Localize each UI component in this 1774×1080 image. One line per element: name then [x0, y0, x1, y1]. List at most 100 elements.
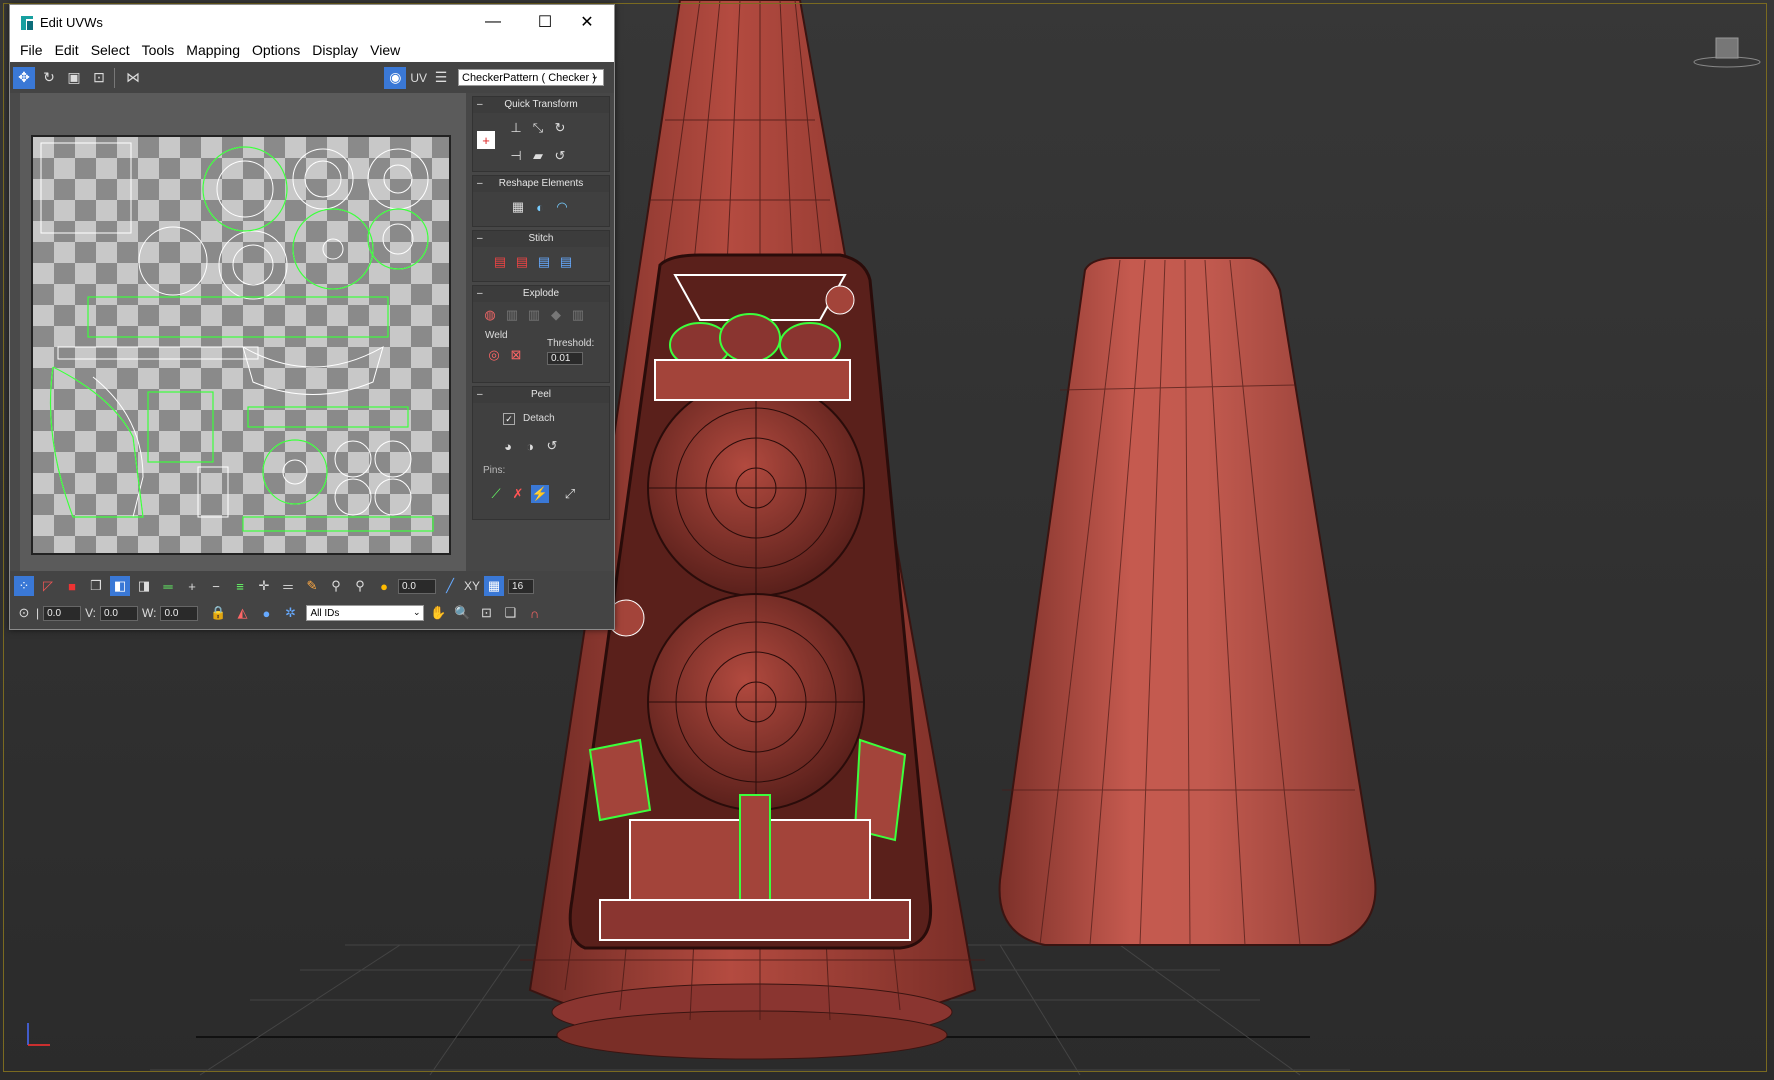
rotate-angle-field[interactable]: 0.0 [398, 578, 436, 594]
rollout-header-reshape[interactable]: – Reshape Elements [473, 176, 609, 192]
rotate-ccw-icon[interactable]: ↺ [551, 147, 569, 165]
minimize-button[interactable]: — [468, 7, 518, 37]
paint-select-icon[interactable]: ✎ [302, 576, 322, 596]
uv-islands[interactable] [33, 137, 449, 553]
explode-by-smoothing-icon[interactable]: ▥ [503, 306, 521, 324]
rollout-header-quick-transform[interactable]: – Quick Transform [473, 97, 609, 113]
shrink-icon[interactable]: − [206, 576, 226, 596]
auto-pin-icon[interactable]: ⚡ [531, 485, 549, 503]
hide-icon[interactable]: ◭ [232, 603, 252, 623]
stitch-source-icon[interactable]: ▤ [535, 253, 553, 271]
explode-by-material-icon[interactable]: ▥ [525, 306, 543, 324]
pan-icon[interactable]: ✋ [428, 603, 448, 623]
space-icon[interactable]: ▰ [529, 147, 547, 165]
brush-size-icon[interactable]: ⚲ [350, 576, 370, 596]
select-by-element-icon[interactable]: ◧ [110, 576, 130, 596]
unpin-icon[interactable]: ✗ [509, 485, 527, 503]
uv-checker-canvas[interactable] [31, 135, 451, 555]
menu-view[interactable]: View [364, 42, 406, 58]
relax-icon[interactable]: ◐ [531, 198, 549, 216]
rotate-icon[interactable]: ↻ [38, 67, 60, 89]
freeform-icon[interactable]: ⊡ [88, 67, 110, 89]
element-mode-icon[interactable]: ❒ [86, 576, 106, 596]
ring-shrink-icon[interactable]: ＝ [278, 576, 298, 596]
align-horizontal-icon[interactable]: ⊥ [507, 119, 525, 137]
rotate-snap-icon[interactable]: ● [374, 576, 394, 596]
xy-toggle[interactable]: XY [464, 579, 480, 593]
menu-select[interactable]: Select [85, 42, 136, 58]
set-pivot-icon[interactable]: + [477, 131, 495, 149]
freeze-icon[interactable]: ● [256, 603, 276, 623]
rollout-header-explode[interactable]: – Explode [473, 286, 609, 302]
zoom-region-icon[interactable]: ⊡ [476, 603, 496, 623]
show-map-icon[interactable]: ◉ [384, 66, 407, 89]
edit-uvws-window[interactable]: Edit UVWs — ☐ ✕ File Edit Select Tools M… [9, 4, 615, 630]
ring-grow-icon[interactable]: ✛ [254, 576, 274, 596]
menu-tools[interactable]: Tools [136, 42, 181, 58]
rollout-header-peel[interactable]: – Peel [473, 387, 609, 403]
threshold-spinner[interactable]: 0.01 [547, 352, 583, 365]
pin-selected-icon[interactable]: ⟋ [487, 485, 505, 503]
menu-options[interactable]: Options [246, 42, 306, 58]
straighten-icon[interactable]: ▦ [509, 198, 527, 216]
ring-icon[interactable]: ≡ [230, 576, 250, 596]
texture-select[interactable]: CheckerPattern ( Checker ) ⌄ [458, 69, 604, 86]
soft-selection-icon[interactable]: ⚲ [326, 576, 346, 596]
close-button[interactable]: ✕ [562, 7, 612, 37]
stitch-to-target-icon[interactable]: ▤ [491, 253, 509, 271]
scale-icon[interactable]: ▣ [63, 67, 85, 89]
explode-by-polygon-icon[interactable]: ◆ [547, 306, 565, 324]
u-field[interactable]: 0.0 [43, 605, 82, 621]
rollout-header-stitch[interactable]: – Stitch [473, 231, 609, 247]
weld-selected-icon[interactable]: ◎ [485, 346, 503, 364]
edge-mode-icon[interactable]: ◸ [38, 576, 58, 596]
line-icon[interactable]: ╱ [440, 576, 460, 596]
stitch-custom-icon[interactable]: ▤ [557, 253, 575, 271]
window-titlebar[interactable]: Edit UVWs — ☐ ✕ [10, 5, 614, 39]
rotate-cw-icon[interactable]: ↻ [551, 119, 569, 137]
uv-editor-area[interactable] [10, 93, 466, 571]
grid-snap-icon[interactable]: ▦ [484, 576, 505, 596]
mirror-icon[interactable]: ⋈ [122, 67, 144, 89]
grid-size-field[interactable]: 16 [508, 578, 535, 594]
lock-icon[interactable]: 🔒 [208, 603, 228, 623]
vertex-mode-icon[interactable]: ⁘ [14, 576, 34, 596]
viewcube-icon[interactable] [1692, 34, 1762, 70]
align-diagonal-icon[interactable]: ⤡ [529, 119, 547, 137]
id-filter-select[interactable]: All IDs ⌄ [306, 605, 425, 621]
align-vertical-icon[interactable]: ⊣ [507, 147, 525, 165]
menu-edit[interactable]: Edit [49, 42, 85, 58]
select-pins-icon[interactable]: ⤢ [561, 485, 579, 503]
quick-peel-icon[interactable]: ◕ [499, 437, 517, 455]
zoom-extents-icon[interactable]: ❑ [500, 603, 520, 623]
reset-peel-icon[interactable]: ↺ [543, 437, 561, 455]
explode-flatten-icon[interactable]: ▥ [569, 306, 587, 324]
detach-checkbox[interactable]: ✓ [503, 413, 515, 425]
select-overlap-icon[interactable]: ◨ [134, 576, 154, 596]
polygon-mode-icon[interactable]: ■ [62, 576, 82, 596]
menu-file[interactable]: File [14, 42, 49, 58]
collapse-icon[interactable]: – [477, 176, 483, 192]
zoom-icon[interactable]: 🔍 [452, 603, 472, 623]
snap-icon[interactable]: ∩ [524, 603, 544, 623]
collapse-icon[interactable]: – [477, 97, 483, 113]
w-field[interactable]: 0.0 [160, 605, 199, 621]
weld-target-icon[interactable]: ⊠ [507, 346, 525, 364]
absolute-mode-icon[interactable]: ⊙ [14, 603, 34, 623]
loop-icon[interactable]: ═ [158, 576, 178, 596]
menu-display[interactable]: Display [306, 42, 364, 58]
move-icon[interactable]: ✥ [13, 66, 35, 89]
uv-label[interactable]: UV [410, 71, 427, 85]
menu-mapping[interactable]: Mapping [180, 42, 246, 58]
stitch-average-icon[interactable]: ▤ [513, 253, 531, 271]
break-icon[interactable]: ◍ [481, 306, 499, 324]
collapse-icon[interactable]: – [477, 387, 483, 403]
rollout-panel[interactable]: – Quick Transform + ⊥ ⤡ ↻ ⊣ ▰ ↺ – Reshap… [466, 93, 614, 571]
collapse-icon[interactable]: – [477, 286, 483, 302]
v-field[interactable]: 0.0 [100, 605, 139, 621]
texture-list-icon[interactable]: ☰ [430, 67, 452, 89]
arc-icon[interactable]: ◠ [553, 198, 571, 216]
grow-icon[interactable]: + [182, 576, 202, 596]
filter-icon[interactable]: ✲ [280, 603, 300, 623]
peel-mode-icon[interactable]: ◑ [521, 437, 539, 455]
